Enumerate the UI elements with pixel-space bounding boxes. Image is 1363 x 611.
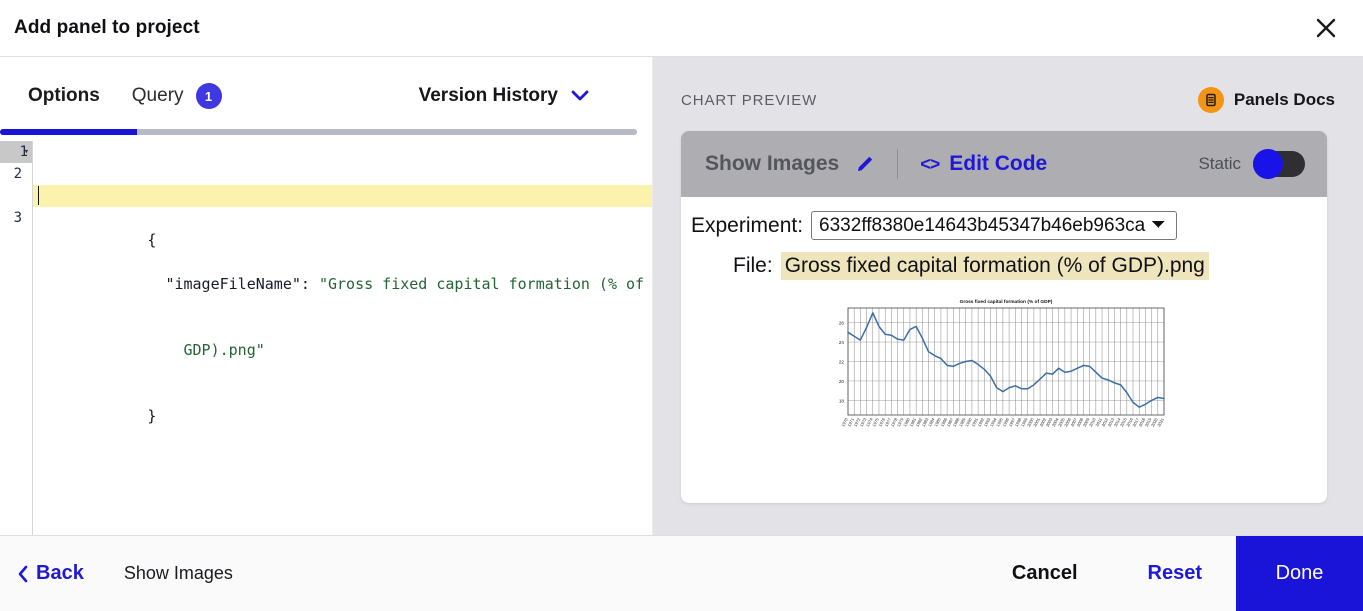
chevron-left-icon	[16, 564, 30, 584]
page-title: Add panel to project	[14, 17, 200, 38]
code-value-line1: "Gross fixed capital formation (% of	[318, 275, 645, 293]
chevron-down-icon	[570, 89, 590, 103]
edit-code-label: Edit Code	[949, 152, 1048, 175]
tab-query[interactable]: Query 1	[132, 83, 222, 109]
file-row: File: Gross fixed capital formation (% o…	[691, 252, 1309, 280]
dialog-titlebar: Add panel to project	[0, 0, 1363, 57]
toggle-knob	[1253, 149, 1283, 179]
code-colon: :	[300, 275, 310, 293]
version-history-dropdown[interactable]: Version History	[419, 85, 630, 107]
json-code-editor[interactable]: 1 ▾ 2 3 {"imageFileName": "Gross fixed …	[0, 135, 652, 535]
file-value: Gross fixed capital formation (% of GDP)…	[780, 252, 1209, 280]
tab-query-badge: 1	[195, 83, 222, 109]
svg-text:18: 18	[839, 398, 845, 403]
book-icon	[1197, 87, 1224, 113]
static-toggle[interactable]	[1253, 149, 1305, 179]
panel-toolbar: Show Images <> Edit Code Static	[681, 131, 1327, 197]
toolbar-divider	[897, 149, 899, 179]
editor-gutter: 1 ▾ 2 3	[0, 141, 33, 535]
svg-text:2021: 2021	[1156, 416, 1165, 427]
static-toggle-group: Static	[1198, 149, 1305, 179]
version-history-label: Version History	[418, 85, 558, 106]
line-number-2-text: 2	[13, 166, 22, 182]
footer-right-group: Cancel Reset Done	[976, 536, 1363, 611]
chart-preview-card: Show Images <> Edit Code Static Experime…	[681, 131, 1327, 503]
chart-preview-header: CHART PREVIEW Panels Docs	[681, 77, 1335, 123]
code-key-imagefilename: "imageFileName"	[165, 275, 301, 293]
panels-docs-label: Panels Docs	[1233, 90, 1335, 109]
dialog-footer: Back Show Images Cancel Reset Done	[0, 535, 1363, 611]
tab-options-label: Options	[28, 85, 100, 106]
tab-bar: Options Query 1 Version History	[0, 57, 652, 135]
svg-text:26: 26	[839, 321, 845, 326]
code-line-2-wrap[interactable]: GDP).png"	[39, 317, 652, 359]
pencil-icon[interactable]	[855, 154, 875, 174]
line-number-3[interactable]: 3	[0, 207, 32, 229]
footer-left-group: Back Show Images	[0, 562, 233, 585]
right-pane: CHART PREVIEW Panels Docs Show Images <>…	[653, 57, 1363, 535]
dialog-body: Options Query 1 Version History 1 ▾ 2 3 …	[0, 57, 1363, 535]
code-brackets-icon: <>	[920, 153, 940, 174]
code-close-brace: }	[147, 407, 157, 425]
edit-code-button[interactable]: <> Edit Code	[920, 152, 1047, 176]
panels-docs-link[interactable]: Panels Docs	[1197, 87, 1335, 113]
back-button[interactable]: Back	[8, 562, 92, 585]
code-line-2[interactable]: "imageFileName": "Gross fixed capital fo…	[39, 251, 652, 293]
line-number-3-text: 3	[13, 210, 22, 226]
experiment-label: Experiment:	[691, 213, 804, 237]
fold-arrow-icon[interactable]: ▾	[24, 141, 29, 163]
reset-button[interactable]: Reset	[1114, 536, 1236, 611]
text-caret	[38, 186, 39, 205]
code-open-brace: {	[147, 231, 157, 249]
line-wrap-spacer	[0, 185, 32, 207]
experiment-row: Experiment: 6332ff8380e14643b45347b46eb9…	[691, 211, 1309, 240]
code-line-1[interactable]: {	[33, 185, 652, 249]
static-toggle-label: Static	[1198, 154, 1241, 173]
svg-text:22: 22	[839, 360, 845, 365]
back-label: Back	[36, 562, 84, 584]
line-number-2[interactable]: 2	[0, 163, 32, 185]
line-number-1[interactable]: 1 ▾	[0, 141, 32, 163]
chart-image-holder: 18 20 22 24 26 1970 1971 1972 1973 1974 1975 1976 19…	[691, 284, 1309, 493]
code-line-3[interactable]: }	[39, 383, 652, 425]
code-value-line2: GDP).png"	[183, 341, 265, 359]
editor-text-area[interactable]: { "imageFileName": "Gross fixed capital …	[33, 141, 652, 535]
close-icon[interactable]	[1309, 11, 1343, 45]
done-button[interactable]: Done	[1236, 536, 1363, 611]
svg-text:20: 20	[839, 379, 845, 384]
tab-options[interactable]: Options	[28, 85, 100, 107]
add-panel-dialog: Add panel to project Options Query 1 Ver…	[0, 0, 1363, 611]
svg-text:24: 24	[839, 340, 845, 345]
line-chart: 1820222426197019711972197319741975197619…	[839, 299, 1165, 428]
cancel-button[interactable]: Cancel	[976, 536, 1114, 611]
panel-title: Show Images	[705, 152, 840, 175]
svg-text:Gross fixed capital formation: Gross fixed capital formation (% of GDP)	[960, 299, 1053, 305]
panel-content: Experiment: 6332ff8380e14643b45347b46eb9…	[681, 197, 1327, 503]
tab-query-label: Query	[131, 85, 184, 106]
footer-subtitle: Show Images	[123, 563, 233, 583]
experiment-select[interactable]: 6332ff8380e14643b45347b46eb963ca	[811, 211, 1178, 240]
file-label: File:	[733, 254, 773, 277]
left-pane: Options Query 1 Version History 1 ▾ 2 3 …	[0, 57, 653, 535]
chart-preview-label: CHART PREVIEW	[681, 91, 818, 109]
